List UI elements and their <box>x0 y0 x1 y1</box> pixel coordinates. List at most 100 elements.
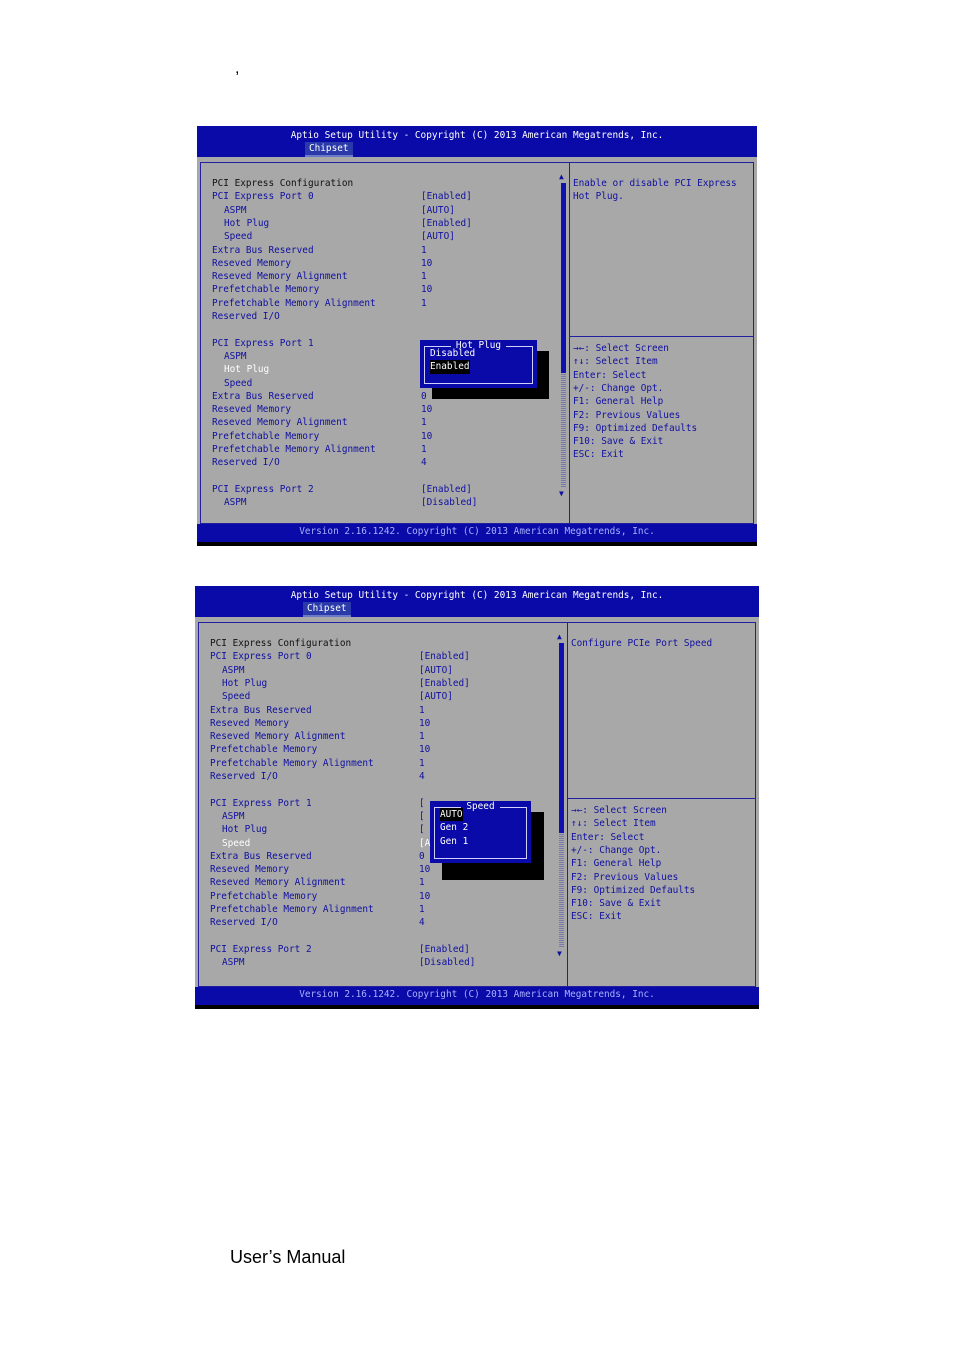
setting-label[interactable]: Prefetchable Memory Alignment <box>210 757 374 770</box>
setting-label[interactable]: Prefetchable Memory Alignment <box>212 297 376 310</box>
setting-label[interactable]: Prefetchable Memory <box>212 430 319 443</box>
popup-option[interactable]: Enabled <box>430 360 470 374</box>
panel-divider <box>569 163 570 523</box>
setting-label[interactable]: Extra Bus Reserved <box>210 704 312 717</box>
setting-label[interactable]: Speed <box>222 690 250 703</box>
scroll-down-arrow-icon[interactable]: ▼ <box>559 490 564 498</box>
setting-value[interactable]: 10 <box>421 283 432 296</box>
popup-option[interactable]: Gen 1 <box>440 835 468 848</box>
setting-value[interactable]: 10 <box>421 403 432 416</box>
setting-value[interactable]: 1 <box>419 876 425 889</box>
setting-label[interactable]: ASPM <box>222 810 245 823</box>
setting-value[interactable]: [Enabled] <box>421 483 472 496</box>
tab-chipset[interactable]: Chipset <box>303 602 351 618</box>
help-text: Hot Plug. <box>573 191 624 203</box>
setting-label[interactable]: Prefetchable Memory <box>210 890 317 903</box>
setting-value[interactable]: 1 <box>419 757 425 770</box>
setting-value[interactable]: 1 <box>419 903 425 916</box>
setting-value[interactable]: [AUTO] <box>421 204 455 217</box>
setting-label[interactable]: Reserved I/O <box>210 916 278 929</box>
setting-value[interactable]: 1 <box>419 730 425 743</box>
setting-value[interactable]: 1 <box>421 270 427 283</box>
setting-label[interactable]: Reserved I/O <box>212 310 280 323</box>
setting-label[interactable]: Reseved Memory <box>210 863 289 876</box>
setting-value[interactable]: [Disabled] <box>421 496 477 509</box>
setting-label[interactable]: PCI Express Port 2 <box>212 483 314 496</box>
setting-value[interactable]: 10 <box>419 717 430 730</box>
setting-value[interactable]: 1 <box>421 443 427 456</box>
setting-label[interactable]: Extra Bus Reserved <box>212 244 314 257</box>
setting-label[interactable]: Reseved Memory <box>210 717 289 730</box>
scroll-up-arrow-icon[interactable]: ▲ <box>557 633 562 641</box>
setting-value[interactable]: 10 <box>419 863 430 876</box>
setting-value[interactable]: 4 <box>421 456 427 469</box>
setting-label[interactable]: Hot Plug <box>224 363 269 376</box>
setting-label[interactable]: ASPM <box>224 350 247 363</box>
setting-value[interactable]: [AUTO] <box>421 230 455 243</box>
setting-value[interactable]: [Disabled] <box>419 956 475 969</box>
setting-label[interactable]: Prefetchable Memory Alignment <box>210 903 374 916</box>
setting-value[interactable]: [Enabled] <box>421 190 472 203</box>
setting-value[interactable]: 4 <box>419 916 425 929</box>
setting-label[interactable]: ASPM <box>222 664 245 677</box>
setting-value[interactable]: [Enabled] <box>419 943 470 956</box>
setting-value[interactable]: 1 <box>419 704 425 717</box>
scrollbar-thumb[interactable] <box>559 643 564 833</box>
setting-label[interactable]: Reseved Memory <box>212 257 291 270</box>
scrollbar-thumb[interactable] <box>561 183 566 373</box>
setting-label[interactable]: Reseved Memory Alignment <box>212 270 347 283</box>
setting-label[interactable]: Hot Plug <box>224 217 269 230</box>
scroll-down-arrow-icon[interactable]: ▼ <box>557 950 562 958</box>
popup-option[interactable]: AUTO <box>440 808 463 822</box>
setting-value[interactable]: 0 <box>419 850 425 863</box>
setting-value[interactable]: 10 <box>421 257 432 270</box>
setting-value[interactable]: [ <box>419 810 425 823</box>
setting-value[interactable]: [Enabled] <box>421 217 472 230</box>
setting-value[interactable]: [Enabled] <box>419 677 470 690</box>
setting-label[interactable]: Reseved Memory Alignment <box>212 416 347 429</box>
help-divider <box>570 336 753 337</box>
setting-label[interactable]: Hot Plug <box>222 823 267 836</box>
setting-value[interactable]: 1 <box>421 244 427 257</box>
setting-value[interactable]: 10 <box>421 430 432 443</box>
setting-label[interactable]: Hot Plug <box>222 677 267 690</box>
setting-label[interactable]: ASPM <box>224 204 247 217</box>
setting-value[interactable]: [Enabled] <box>419 650 470 663</box>
key-help: ↑↓: Select Item <box>571 818 656 830</box>
setting-label[interactable]: Speed <box>224 230 252 243</box>
setting-label[interactable]: Speed <box>222 837 250 850</box>
setting-label[interactable]: Speed <box>224 377 252 390</box>
setting-label[interactable]: ASPM <box>224 496 247 509</box>
scroll-up-arrow-icon[interactable]: ▲ <box>559 173 564 181</box>
setting-value[interactable]: [ <box>419 823 425 836</box>
setting-value[interactable]: 1 <box>421 297 427 310</box>
key-help: F9: Optimized Defaults <box>571 884 696 896</box>
setting-value[interactable]: 0 <box>421 390 427 403</box>
setting-label[interactable]: Reseved Memory Alignment <box>210 730 345 743</box>
setting-label[interactable]: PCI Express Port 1 <box>212 337 314 350</box>
setting-value[interactable]: 1 <box>421 416 427 429</box>
setting-label[interactable]: PCI Express Port 2 <box>210 943 312 956</box>
setting-value[interactable]: 10 <box>419 890 430 903</box>
popup-option[interactable]: Disabled <box>430 347 475 360</box>
tab-chipset[interactable]: Chipset <box>305 142 353 158</box>
setting-label[interactable]: PCI Express Port 0 <box>210 650 312 663</box>
setting-value[interactable]: [AUTO] <box>419 690 453 703</box>
setting-value[interactable]: 10 <box>419 743 430 756</box>
setting-label[interactable]: Reserved I/O <box>210 770 278 783</box>
setting-label[interactable]: Prefetchable Memory <box>210 743 317 756</box>
setting-label[interactable]: Extra Bus Reserved <box>212 390 314 403</box>
setting-label[interactable]: PCI Express Port 0 <box>212 190 314 203</box>
setting-label[interactable]: Prefetchable Memory Alignment <box>212 443 376 456</box>
setting-label[interactable]: Reserved I/O <box>212 456 280 469</box>
setting-label[interactable]: ASPM <box>222 956 245 969</box>
popup-option[interactable]: Gen 2 <box>440 821 468 834</box>
setting-label[interactable]: PCI Express Port 1 <box>210 797 312 810</box>
setting-value[interactable]: [AUTO] <box>419 664 453 677</box>
setting-label[interactable]: Reseved Memory Alignment <box>210 876 345 889</box>
setting-label[interactable]: Reseved Memory <box>212 403 291 416</box>
setting-value[interactable]: [ <box>419 797 425 810</box>
setting-value[interactable]: 4 <box>419 770 425 783</box>
setting-label[interactable]: Prefetchable Memory <box>212 283 319 296</box>
setting-label[interactable]: Extra Bus Reserved <box>210 850 312 863</box>
